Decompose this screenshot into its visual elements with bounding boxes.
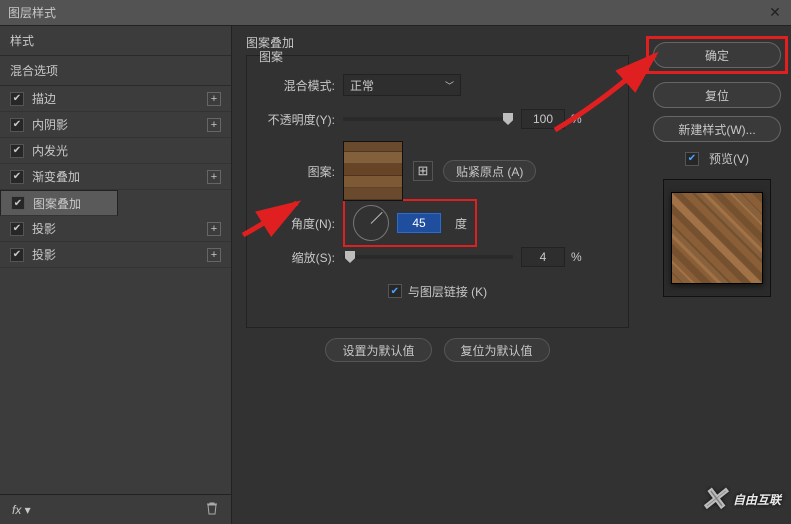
sidebar-blend-options[interactable]: 混合选项 [0,56,231,86]
add-effect-icon[interactable]: + [207,118,221,132]
link-layer-label[interactable]: 与图层链接 (K) [408,283,487,300]
window-title: 图层样式 [8,4,56,21]
dialog-body: 样式 混合选项 ✔ 描边 + ✔ 内阴影 + ✔ 内发光 ✔ 渐变叠加 + ✔ … [0,26,791,524]
checkbox-icon[interactable]: ✔ [10,170,24,184]
title-bar: 图层样式 ✕ [0,0,791,26]
add-effect-icon[interactable]: + [207,170,221,184]
reset-button[interactable]: 复位 [653,82,781,108]
ok-button[interactable]: 确定 [653,42,781,68]
add-effect-icon[interactable]: + [207,248,221,262]
opacity-unit: % [571,112,582,126]
checkbox-icon[interactable]: ✔ [388,284,402,298]
checkbox-icon[interactable]: ✔ [11,196,25,210]
snap-origin-button[interactable]: 贴紧原点 (A) [443,160,536,182]
preview-box [663,179,771,297]
chevron-down-icon: ﹀ [445,79,454,92]
set-default-button[interactable]: 设置为默认值 [325,338,431,362]
checkbox-icon[interactable]: ✔ [10,118,24,132]
close-icon[interactable]: ✕ [767,5,783,21]
sidebar-item-drop-shadow-2[interactable]: ✔ 投影 + [0,242,231,268]
action-column: 确定 复位 新建样式(W)... ✔ 预览(V) [643,26,791,524]
sidebar-item-label: 内发光 [32,142,221,159]
checkbox-icon[interactable]: ✔ [10,144,24,158]
checkbox-icon[interactable]: ✔ [10,222,24,236]
trash-icon[interactable] [205,501,219,518]
watermark: ✕ 自由互联 [700,480,781,518]
pattern-thumbnail[interactable] [343,141,403,201]
angle-label: 角度(N): [255,215,335,232]
sidebar-item-label: 投影 [32,246,207,263]
pattern-label: 图案: [255,163,335,180]
sidebar-item-label: 图案叠加 [33,195,107,212]
new-style-button[interactable]: 新建样式(W)... [653,116,781,142]
angle-highlight: 45 度 [343,199,477,247]
angle-unit: 度 [455,215,467,232]
sidebar-item-label: 描边 [32,90,207,107]
sidebar-item-stroke[interactable]: ✔ 描边 + [0,86,231,112]
reset-default-button[interactable]: 复位为默认值 [444,338,550,362]
watermark-logo-icon: ✕ [700,480,727,518]
angle-input[interactable]: 45 [397,213,441,233]
settings-panel: 图案叠加 图案 混合模式: 正常 ﹀ 不透明度(Y): 100 % 图案: [232,26,643,524]
opacity-label: 不透明度(Y): [255,111,335,128]
sidebar-footer: fx ▾ [0,494,231,524]
slider-thumb[interactable] [503,113,513,125]
blend-mode-select[interactable]: 正常 ﹀ [343,74,461,96]
add-effect-icon[interactable]: + [207,222,221,236]
scale-unit: % [571,250,582,264]
slider-thumb[interactable] [345,251,355,263]
ok-highlight: 确定 [646,36,788,74]
scale-label: 缩放(S): [255,249,335,266]
sidebar-item-pattern-overlay[interactable]: ✔ 图案叠加 [0,190,118,216]
blend-mode-label: 混合模式: [255,77,335,94]
sidebar-item-label: 渐变叠加 [32,168,207,185]
sidebar-item-label: 内阴影 [32,116,207,133]
new-pattern-icon[interactable]: ⊞ [413,161,433,181]
preview-swatch [671,192,763,284]
sidebar-item-gradient-overlay[interactable]: ✔ 渐变叠加 + [0,164,231,190]
opacity-input[interactable]: 100 [521,109,565,129]
scale-slider[interactable] [343,255,513,259]
sidebar-item-drop-shadow[interactable]: ✔ 投影 + [0,216,231,242]
styles-sidebar: 样式 混合选项 ✔ 描边 + ✔ 内阴影 + ✔ 内发光 ✔ 渐变叠加 + ✔ … [0,26,232,524]
sidebar-item-inner-shadow[interactable]: ✔ 内阴影 + [0,112,231,138]
checkbox-icon[interactable]: ✔ [10,248,24,262]
opacity-slider[interactable] [343,117,513,121]
checkbox-icon[interactable]: ✔ [685,152,699,166]
fx-icon[interactable]: fx ▾ [12,503,31,517]
checkbox-icon[interactable]: ✔ [10,92,24,106]
sidebar-item-label: 投影 [32,220,207,237]
sidebar-header: 样式 [0,26,231,56]
preview-toggle[interactable]: ✔ 预览(V) [685,150,749,167]
angle-dial[interactable] [353,205,389,241]
pattern-group: 图案 混合模式: 正常 ﹀ 不透明度(Y): 100 % 图案: ⊞ [246,55,629,328]
sidebar-item-inner-glow[interactable]: ✔ 内发光 [0,138,231,164]
group-label: 图案 [259,48,620,65]
scale-input[interactable]: 4 [521,247,565,267]
add-effect-icon[interactable]: + [207,92,221,106]
